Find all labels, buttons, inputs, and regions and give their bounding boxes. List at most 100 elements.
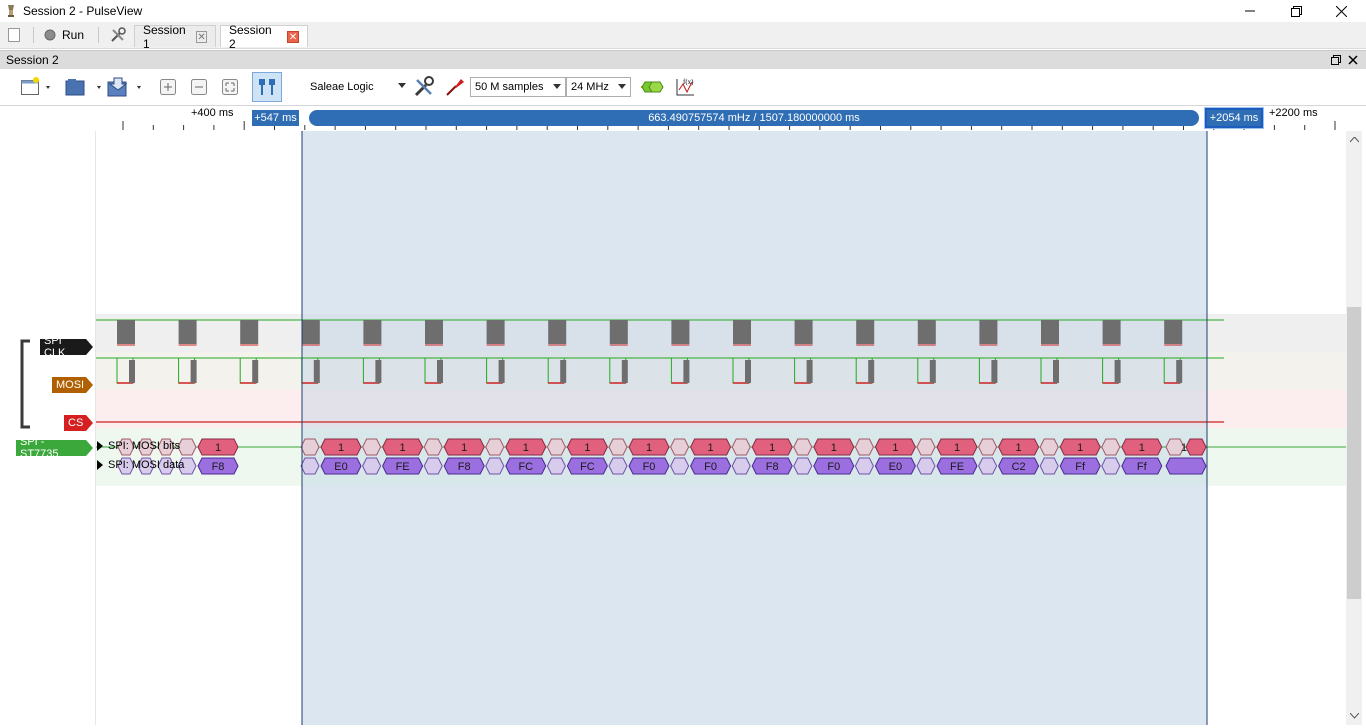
- expand-triangle-icon[interactable]: [96, 460, 104, 470]
- minimize-button[interactable]: [1227, 0, 1273, 22]
- cursors-icon: [259, 79, 275, 95]
- separator: [33, 27, 34, 43]
- close-window-button[interactable]: [1318, 0, 1364, 22]
- annotation-label: F8: [458, 461, 471, 473]
- bit-stub: [670, 438, 690, 456]
- tab-session-1[interactable]: Session 1 ✕: [134, 23, 216, 51]
- add-math-signal-button[interactable]: f(x): [673, 75, 697, 99]
- window-title: Session 2 - PulseView: [23, 4, 143, 18]
- zoom-in-button[interactable]: [158, 75, 178, 99]
- mosi-edge-block: [498, 360, 505, 383]
- bit-stub: [916, 438, 936, 456]
- annotation-label: FC: [518, 461, 533, 473]
- bit-stub: [731, 438, 751, 456]
- sample-rate-select[interactable]: 24 MHz: [566, 77, 631, 97]
- close-icon: [1335, 5, 1347, 17]
- zoom-fit-icon: [222, 79, 238, 95]
- clk-burst: [548, 320, 567, 344]
- ruler-label-400: +400 ms: [191, 107, 234, 119]
- scroll-down-icon[interactable]: [1350, 713, 1359, 719]
- scroll-up-icon[interactable]: [1350, 137, 1359, 143]
- data-stub: [854, 457, 874, 475]
- decoder-row-mosi-data[interactable]: SPI: MOSI data: [96, 459, 184, 471]
- vertical-scrollbar[interactable]: [1346, 131, 1362, 725]
- annotation-label: E0: [889, 461, 902, 473]
- annotation-label: Ff: [1075, 461, 1086, 473]
- data-stub: [1101, 457, 1121, 475]
- decoder-row-mosi-bits[interactable]: SPI: MOSI bits: [96, 440, 180, 452]
- svg-text:f(x): f(x): [683, 78, 694, 86]
- tab-close-icon[interactable]: ✕: [287, 30, 299, 43]
- minimize-icon: [1245, 10, 1255, 12]
- scrollbar-thumb[interactable]: [1347, 307, 1361, 599]
- channel-name: MOSI: [56, 379, 85, 391]
- mosi-edge-block: [375, 360, 382, 383]
- show-cursors-button[interactable]: [252, 72, 282, 102]
- run-circle-icon: [44, 29, 56, 41]
- open-menu-button[interactable]: [64, 75, 104, 99]
- data-stub: [793, 457, 813, 475]
- annotation-label: 1: [584, 442, 590, 454]
- separator: [98, 27, 99, 43]
- tab-session-2[interactable]: Session 2 ✕: [220, 23, 308, 51]
- data-stub: [670, 457, 690, 475]
- clk-burst: [425, 320, 443, 344]
- time-ruler[interactable]: +400 ms +2200 ms +547 ms 663.490757574 m…: [95, 106, 1345, 131]
- annotation-label: 1: [1016, 442, 1022, 454]
- new-session-button[interactable]: [5, 26, 23, 44]
- mosi-edge-block: [1176, 360, 1183, 383]
- chevron-down-icon: [618, 84, 626, 89]
- annotation-label: F0: [643, 461, 656, 473]
- cursor-span-label[interactable]: 663.490757574 mHz / 1507.180000000 ms: [309, 110, 1199, 126]
- annotation-label: FE: [396, 461, 410, 473]
- cursor-right-label[interactable]: +2054 ms: [1205, 108, 1263, 128]
- clk-burst: [917, 320, 936, 344]
- save-menu-button[interactable]: [106, 75, 148, 99]
- float-dock-icon[interactable]: [1331, 55, 1341, 65]
- data-stub: [608, 457, 628, 475]
- annotation-label: 1: [646, 442, 652, 454]
- data-annotation: [1165, 457, 1207, 475]
- data-stub: [1039, 457, 1059, 475]
- annotation-label: 1: [954, 442, 960, 454]
- zoom-in-icon: [160, 79, 176, 95]
- close-dock-icon[interactable]: [1348, 55, 1358, 65]
- decoder-row-label: SPI: MOSI data: [108, 459, 185, 471]
- signal-view[interactable]: 1 F8 1 E0 1 FE 1 F8 1 FC 1 FC 1 F0 1 F0 1 F8 1 F0 1 E0 1 FE 1 C2 1…: [95, 131, 1346, 725]
- math-signal-icon: f(x): [676, 78, 694, 96]
- tab-label: Session 2: [229, 22, 272, 51]
- device-selector[interactable]: Saleae Logic: [306, 77, 410, 97]
- bit-stub: [423, 438, 443, 456]
- new-session-menu-button[interactable]: [16, 75, 56, 99]
- add-decoder-button[interactable]: [640, 75, 664, 99]
- zoom-fit-button[interactable]: [220, 75, 240, 99]
- clk-burst: [1041, 320, 1059, 344]
- annotation-label: E0: [334, 461, 347, 473]
- clk-burst: [794, 320, 813, 344]
- clk-burst: [856, 320, 875, 344]
- signal-canvas: 1 F8 1 E0 1 FE 1 F8 1 FC 1 FC 1 F0 1 F0 1 F8 1 F0 1 E0 1 FE 1 C2 1…: [96, 131, 1346, 725]
- data-stub: [362, 457, 382, 475]
- channel-name: SPI CLK: [44, 335, 66, 359]
- zoom-out-button[interactable]: [189, 75, 209, 99]
- bit-stub: [177, 438, 197, 456]
- data-stub: [300, 457, 320, 475]
- mosi-edge-block: [991, 360, 998, 383]
- settings-button[interactable]: [108, 25, 128, 45]
- zoom-out-icon: [191, 79, 207, 95]
- main-toolbar: Saleae Logic 50 M samples 24 MHz f(x): [0, 69, 1366, 106]
- clk-burst: [733, 320, 751, 344]
- folder-open-icon: [65, 79, 101, 96]
- sample-count-select[interactable]: 50 M samples: [470, 77, 566, 97]
- expand-triangle-icon[interactable]: [96, 441, 104, 451]
- probe-config-button[interactable]: [443, 75, 467, 99]
- channel-group-bracket: [20, 339, 30, 429]
- tab-close-icon[interactable]: ✕: [196, 30, 207, 43]
- configure-device-button[interactable]: [412, 75, 436, 99]
- tab-bar: Run Session 1 ✕ Session 2 ✕: [0, 22, 1366, 51]
- cursor-left-label[interactable]: +547 ms: [252, 110, 299, 126]
- restore-button[interactable]: [1273, 0, 1319, 22]
- ruler-label-2200: +2200 ms: [1269, 107, 1318, 119]
- run-button[interactable]: Run: [44, 25, 84, 45]
- clk-burst: [178, 320, 197, 344]
